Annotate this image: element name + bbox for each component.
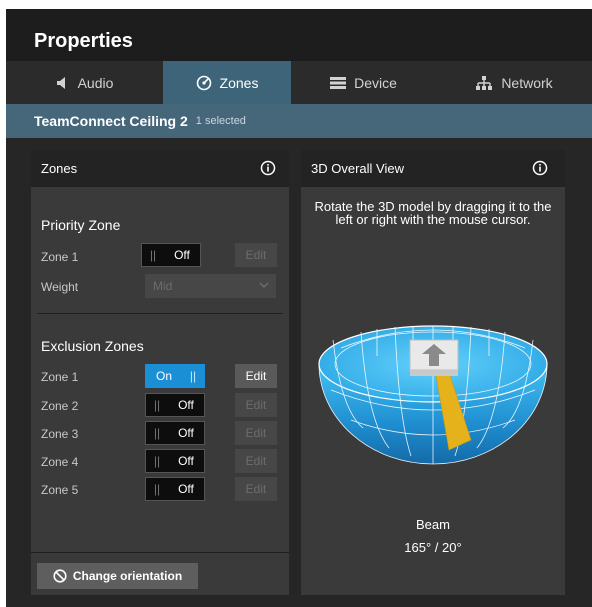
overall-view-panel: 3D Overall View Rotate the 3D model by d… <box>301 150 565 595</box>
page-title: Properties <box>34 30 133 52</box>
chevron-down-icon <box>259 282 269 288</box>
zones-panel-title: Zones <box>41 161 78 176</box>
device-bar: TeamConnect Ceiling 2 1 selected <box>6 104 592 138</box>
priority-zone-label: Zone 1 <box>41 250 79 264</box>
exclusion-zone-label: Zone 3 <box>41 427 79 441</box>
beam-value: 165° / 20° <box>404 540 462 555</box>
toggle-grip: || <box>189 369 197 383</box>
toggle-grip: || <box>153 454 161 468</box>
title-bar: Properties <box>6 9 592 61</box>
speaker-icon <box>56 76 70 89</box>
network-icon <box>475 75 493 90</box>
weight-label: Weight <box>41 280 79 294</box>
view-instructions: Rotate the 3D model by dragging it to th… <box>314 199 552 227</box>
tab-network[interactable]: Network <box>436 61 592 104</box>
toggle-state: Off <box>178 426 194 440</box>
properties-window: Properties Audio Zones Device Network Te… <box>6 9 592 607</box>
exclusion-zone-label: Zone 4 <box>41 455 79 469</box>
section-divider <box>37 313 283 314</box>
tab-device[interactable]: Device <box>291 61 436 104</box>
exclusion-zone-3-edit-button[interactable]: Edit <box>235 421 277 445</box>
tab-audio-label: Audio <box>77 74 114 91</box>
rotate-icon <box>53 569 67 583</box>
footer-divider <box>31 552 289 553</box>
exclusion-zone-5-edit-button[interactable]: Edit <box>235 477 277 501</box>
exclusion-zones-title: Exclusion Zones <box>41 338 144 354</box>
toggle-grip: || <box>153 426 161 440</box>
zones-panel-header: Zones <box>31 150 289 187</box>
toggle-state: On <box>155 369 172 383</box>
toggle-state: Off <box>178 398 194 412</box>
toggle-state: Off <box>178 454 194 468</box>
tab-audio[interactable]: Audio <box>6 61 163 104</box>
target-icon <box>196 75 212 91</box>
exclusion-zone-label: Zone 1 <box>41 370 79 384</box>
beam-label: Beam <box>416 517 450 532</box>
overall-view-title: 3D Overall View <box>311 161 404 176</box>
tab-device-label: Device <box>354 74 397 91</box>
weight-select[interactable]: Mid <box>145 274 276 298</box>
3d-room-model[interactable] <box>301 300 565 470</box>
exclusion-zone-4-edit-button[interactable]: Edit <box>235 449 277 473</box>
exclusion-zone-label: Zone 5 <box>41 483 79 497</box>
tab-zones[interactable]: Zones <box>163 61 291 104</box>
exclusion-zone-label: Zone 2 <box>41 399 79 413</box>
tab-zones-label: Zones <box>219 74 259 91</box>
exclusion-zone-3-toggle[interactable]: || Off <box>145 421 205 445</box>
weight-value: Mid <box>153 279 173 293</box>
change-orientation-button[interactable]: Change orientation <box>37 563 198 589</box>
priority-zone-title: Priority Zone <box>41 217 121 233</box>
toggle-grip: || <box>149 248 157 262</box>
toggle-state: Off <box>178 482 194 496</box>
device-icon <box>330 76 347 89</box>
priority-zone-toggle[interactable]: || Off <box>141 243 201 267</box>
toggle-state: Off <box>174 248 190 262</box>
exclusion-zone-4-toggle[interactable]: || Off <box>145 449 205 473</box>
selection-count: 1 selected <box>195 115 246 127</box>
tab-network-label: Network <box>501 74 553 91</box>
zones-panel: Zones Priority Zone Zone 1 || Off Edit W… <box>31 150 289 595</box>
exclusion-zone-5-toggle[interactable]: || Off <box>145 477 205 501</box>
info-icon[interactable] <box>532 160 548 176</box>
change-orientation-label: Change orientation <box>72 569 183 583</box>
toggle-grip: || <box>153 482 161 496</box>
priority-edit-button[interactable]: Edit <box>235 243 277 267</box>
device-name: TeamConnect Ceiling 2 <box>34 113 188 129</box>
info-icon[interactable] <box>260 160 276 176</box>
tab-bar: Audio Zones Device Network <box>6 61 592 104</box>
overall-view-header: 3D Overall View <box>301 150 565 187</box>
exclusion-zone-1-toggle[interactable]: On || <box>145 364 205 388</box>
exclusion-zone-2-toggle[interactable]: || Off <box>145 393 205 417</box>
toggle-grip: || <box>153 398 161 412</box>
exclusion-zone-1-edit-button[interactable]: Edit <box>235 364 277 388</box>
exclusion-zone-2-edit-button[interactable]: Edit <box>235 393 277 417</box>
